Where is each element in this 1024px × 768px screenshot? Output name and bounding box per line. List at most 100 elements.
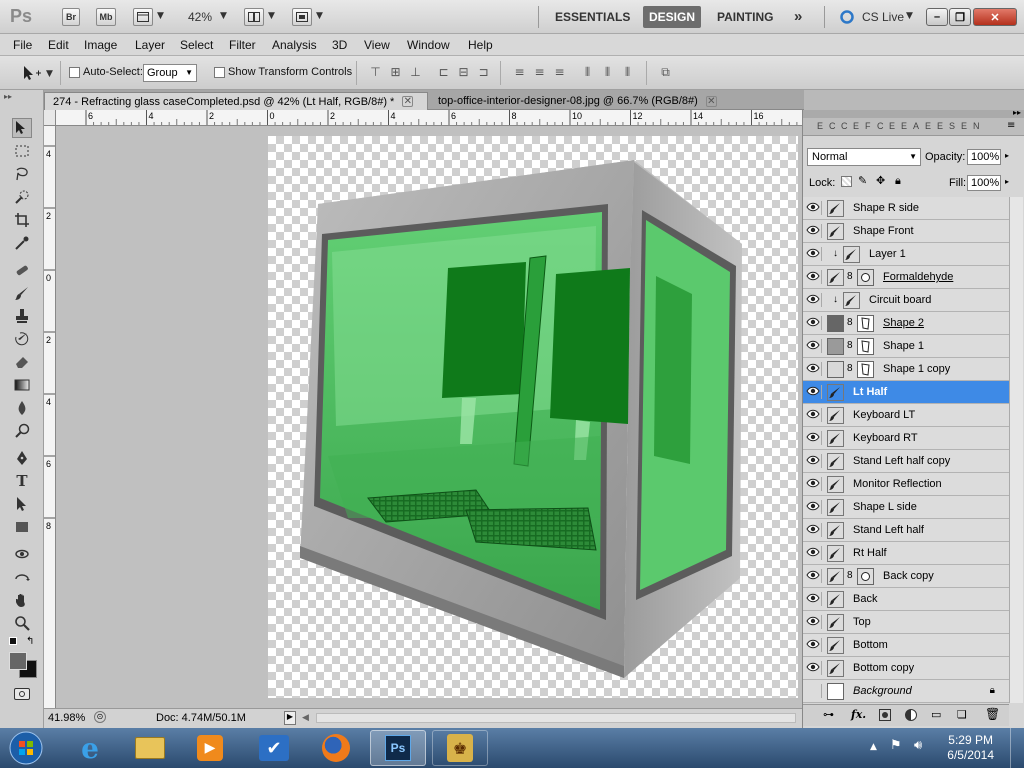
menu-3d[interactable]: 3D [332, 38, 347, 52]
trash-icon[interactable]: 🗑︎ [985, 707, 1000, 721]
3d-orbit-tool[interactable] [12, 567, 32, 587]
close-tab-icon[interactable]: ✕ [705, 95, 717, 107]
status-menu-arrow-icon[interactable]: ▶ [284, 711, 296, 725]
show-transform-checkbox[interactable] [214, 67, 225, 78]
cs-live-menu[interactable]: CS Live [862, 10, 904, 24]
menu-view[interactable]: View [364, 38, 390, 52]
dodge-tool[interactable] [12, 421, 32, 441]
system-clock[interactable]: 5:29 PM 6/5/2014 [947, 733, 994, 763]
distribute-right-icon[interactable]: ⦀ [620, 65, 635, 80]
layer-thumbnail[interactable] [827, 430, 844, 447]
taskbar-firefox[interactable] [310, 730, 362, 766]
auto-select-checkbox[interactable] [69, 67, 80, 78]
layer-thumbnail[interactable] [827, 545, 844, 562]
hand-tool[interactable] [12, 590, 32, 610]
layer-row[interactable]: Rt Half [803, 542, 1009, 565]
panel-tab-11[interactable]: S [949, 121, 958, 133]
eye-icon[interactable] [806, 339, 822, 353]
chevron-down-icon[interactable]: ▼ [906, 11, 913, 21]
arrange-documents-button[interactable] [244, 8, 264, 26]
collapse-panel-icon[interactable]: ▸▸ [1013, 108, 1021, 117]
menu-edit[interactable]: Edit [48, 38, 69, 52]
panel-tab-9[interactable]: E [925, 121, 934, 133]
layer-mask-thumbnail[interactable] [857, 568, 874, 585]
panel-header[interactable]: ▸▸ [803, 108, 1024, 118]
eye-icon[interactable] [806, 247, 822, 261]
lock-all-icon[interactable]: 🔒︎ [895, 174, 901, 188]
panel-tab-7[interactable]: E [901, 121, 910, 133]
layer-row[interactable]: Monitor Reflection [803, 473, 1009, 496]
panel-tab-13[interactable]: N [973, 121, 982, 133]
layer-thumbnail[interactable] [827, 591, 844, 608]
menu-filter[interactable]: Filter [229, 38, 256, 52]
eye-icon[interactable] [806, 270, 822, 284]
chevron-down-icon[interactable]: ▼ [157, 11, 164, 21]
lock-transparent-icon[interactable] [841, 176, 852, 187]
eye-icon[interactable] [806, 638, 822, 652]
eye-icon[interactable] [806, 293, 822, 307]
eye-icon[interactable] [806, 615, 822, 629]
quick-mask-button[interactable] [14, 688, 30, 700]
menu-select[interactable]: Select [180, 38, 213, 52]
path-selection-tool[interactable] [12, 494, 32, 514]
auto-select-dropdown[interactable]: Group ▼ [143, 64, 197, 82]
layer-thumbnail[interactable] [827, 614, 844, 631]
type-tool[interactable]: T [12, 471, 32, 491]
vector-mask-thumbnail[interactable] [857, 338, 874, 355]
taskbar-game-app[interactable]: ♚ [432, 730, 488, 766]
mini-bridge-button[interactable]: Mb [96, 8, 116, 26]
panel-tab-10[interactable]: E [937, 121, 946, 133]
status-zoom[interactable]: 41.98% [48, 712, 85, 724]
ruler-origin[interactable] [44, 110, 56, 126]
lock-position-icon[interactable]: ✥ [876, 174, 885, 187]
eye-icon[interactable] [806, 385, 822, 399]
taskbar-photoshop[interactable]: Ps [370, 730, 426, 766]
layer-row[interactable]: Shape R side [803, 197, 1009, 220]
panel-tab-12[interactable]: E [961, 121, 970, 133]
layer-thumbnail[interactable] [827, 637, 844, 654]
healing-brush-tool[interactable] [12, 260, 32, 280]
layer-thumbnail[interactable] [827, 453, 844, 470]
zoom-level[interactable]: 42% [188, 10, 212, 24]
eye-icon[interactable] [806, 592, 822, 606]
chevron-down-icon[interactable]: ▼ [268, 11, 275, 21]
close-button[interactable]: ✕ [973, 8, 1017, 26]
layer-thumbnail[interactable] [827, 384, 844, 401]
layer-row[interactable]: Shape Front [803, 220, 1009, 243]
layer-row[interactable]: Bottom [803, 634, 1009, 657]
layer-thumbnail[interactable] [843, 292, 860, 309]
layer-thumbnail[interactable] [827, 476, 844, 493]
eraser-tool[interactable] [12, 352, 32, 372]
lock-image-icon[interactable]: ✎ [858, 174, 867, 187]
panel-tab-3[interactable]: E [853, 121, 862, 133]
layer-thumbnail[interactable] [827, 361, 844, 378]
layer-thumbnail[interactable] [827, 660, 844, 677]
layer-style-icon[interactable]: fx. [851, 708, 866, 721]
3d-rotate-tool[interactable] [12, 544, 32, 564]
align-vertical-center-icon[interactable]: ⊞ [388, 65, 403, 80]
eye-icon[interactable] [806, 454, 822, 468]
layer-thumbnail[interactable] [827, 499, 844, 516]
new-group-icon[interactable]: ▭ [931, 708, 941, 721]
show-hidden-icons-icon[interactable]: ▲ [870, 742, 877, 752]
layer-thumbnail[interactable] [827, 407, 844, 424]
move-tool[interactable] [12, 118, 32, 138]
panel-tab-8[interactable]: A [913, 121, 922, 133]
layers-scrollbar[interactable] [1009, 197, 1023, 703]
layer-row[interactable]: Keyboard LT [803, 404, 1009, 427]
eye-icon[interactable] [806, 224, 822, 238]
panel-tab-0[interactable]: E [817, 121, 826, 133]
show-desktop-button[interactable] [1010, 728, 1024, 768]
move-tool-preset-icon[interactable] [20, 64, 42, 82]
action-center-flag-icon[interactable]: ⚑ [890, 738, 902, 753]
layer-thumbnail[interactable] [827, 223, 844, 240]
mask-link-icon[interactable]: 8 [847, 317, 853, 328]
link-layers-icon[interactable]: ⊶ [823, 708, 834, 721]
marquee-tool[interactable] [12, 141, 32, 161]
layer-thumbnail[interactable] [827, 315, 844, 332]
opacity-field[interactable]: 100% [967, 149, 1001, 165]
distribute-left-icon[interactable]: ⦀ [580, 65, 595, 80]
layer-row[interactable]: Lt Half [803, 381, 1009, 404]
tab-office-interior[interactable]: top-office-interior-designer-08.jpg @ 66… [430, 92, 725, 110]
eye-icon[interactable] [806, 201, 822, 215]
